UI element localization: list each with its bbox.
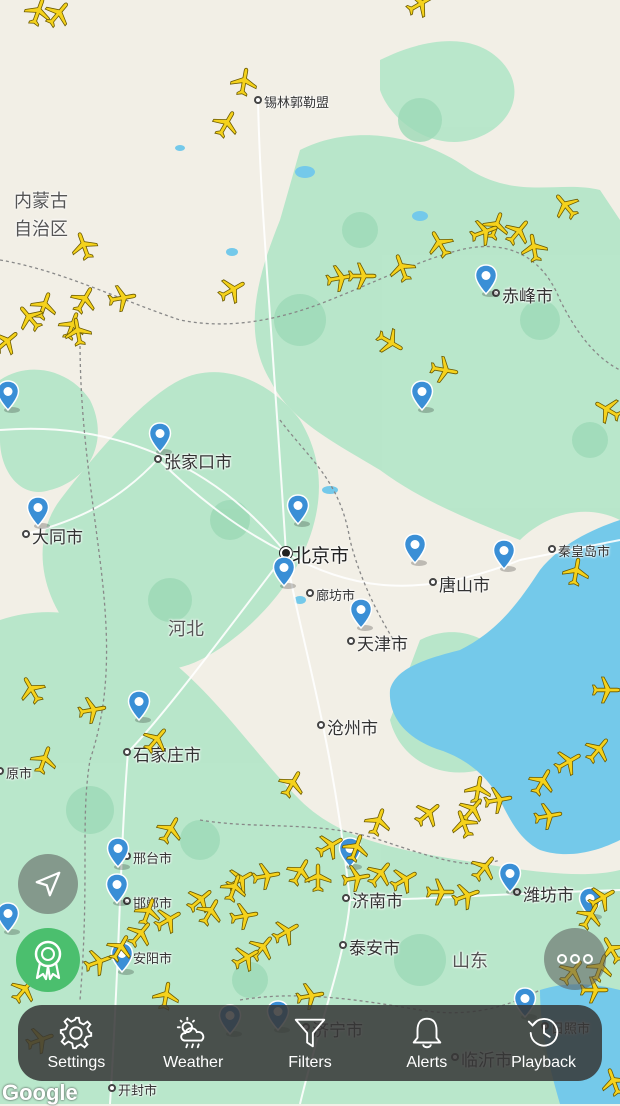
tab-alerts[interactable]: Alerts (372, 1007, 482, 1079)
tab-alerts-label: Alerts (406, 1054, 448, 1071)
city-label: 锡林郭勒盟 (264, 95, 330, 111)
city-label: 潍坊市 (523, 886, 574, 907)
weather-cloud-icon (177, 1016, 205, 1049)
tab-settings[interactable]: Settings (21, 1007, 131, 1079)
city-label: 张家口市 (164, 453, 232, 474)
airport-pin-icon[interactable] (106, 837, 130, 871)
city-dot (108, 1084, 116, 1092)
city-label: 邢台市 (133, 851, 173, 867)
city-dot (429, 578, 437, 586)
airport-pin-icon[interactable] (127, 690, 151, 724)
tab-playback-label: Playback (511, 1054, 577, 1071)
city-dot (317, 721, 325, 729)
airport-pin-icon[interactable] (492, 539, 516, 573)
city-label: 唐山市 (439, 576, 490, 597)
city-label: 沧州市 (327, 719, 378, 740)
gear-icon (60, 1016, 93, 1050)
ellipsis-icon (557, 954, 593, 964)
airport-pin-icon[interactable] (474, 264, 498, 298)
google-attribution: Google (2, 1080, 78, 1105)
airport-pin-icon[interactable] (272, 556, 296, 590)
region-label: 山东 (452, 951, 488, 972)
award-ribbon-icon (34, 940, 62, 981)
airport-pin-icon[interactable] (26, 496, 50, 530)
playback-clock-icon (527, 1018, 558, 1047)
city-label: 泰安市 (349, 939, 400, 960)
aircraft-icon[interactable] (346, 260, 378, 292)
flight-map[interactable]: 锡林郭勒盟 赤峰市 张家口市 大同市 北京市 秦皇岛市 唐山市 廊坊市 天津市 沧州市 石家庄市 邢台… (0, 0, 620, 1104)
navigation-arrow-icon (35, 871, 61, 897)
aircraft-icon[interactable] (302, 862, 334, 894)
city-dot (154, 455, 162, 463)
tab-filters-label: Filters (288, 1054, 332, 1071)
aircraft-icon[interactable] (515, 229, 552, 266)
city-label: 北京市 (292, 545, 350, 568)
aircraft-icon[interactable] (247, 857, 284, 894)
tab-weather-label: Weather (163, 1054, 224, 1071)
aircraft-icon[interactable] (557, 553, 594, 590)
airport-pin-icon[interactable] (0, 902, 20, 936)
more-options-button[interactable] (544, 928, 606, 990)
aircraft-icon[interactable] (479, 781, 516, 818)
bottom-tab-bar: Settings Weather Filters Alerts Playback (18, 1005, 602, 1081)
aircraft-icon[interactable] (529, 797, 566, 834)
city-dot (339, 941, 347, 949)
aircraft-icon[interactable] (590, 674, 620, 706)
city-dot (347, 637, 355, 645)
airport-pin-icon[interactable] (403, 533, 427, 567)
city-dot (22, 530, 30, 538)
airport-pin-icon[interactable] (148, 422, 172, 456)
city-dot (123, 748, 131, 756)
city-label: 天津市 (357, 635, 408, 656)
aircraft-icon[interactable] (425, 351, 462, 388)
tab-playback[interactable]: Playback (489, 1007, 599, 1079)
tab-weather[interactable]: Weather (138, 1007, 248, 1079)
tab-filters[interactable]: Filters (255, 1007, 365, 1079)
tab-settings-label: Settings (47, 1054, 106, 1071)
city-label: 开封市 (118, 1083, 158, 1099)
region-label: 河北 (168, 619, 204, 640)
airport-pin-icon[interactable] (0, 380, 20, 414)
city-label: 赤峰市 (502, 287, 553, 308)
airport-pin-icon[interactable] (410, 380, 434, 414)
city-dot (306, 589, 314, 597)
aircraft-icon[interactable] (103, 279, 140, 316)
region-label: 内蒙古 (14, 191, 68, 212)
airport-pin-icon[interactable] (349, 598, 373, 632)
airport-pin-icon[interactable] (286, 494, 310, 528)
bell-icon (412, 1017, 442, 1049)
award-button[interactable] (16, 928, 80, 992)
locate-me-button[interactable] (18, 854, 78, 914)
aircraft-icon[interactable] (225, 63, 262, 100)
airport-pin-icon[interactable] (105, 873, 129, 907)
aircraft-icon[interactable] (73, 691, 110, 728)
aircraft-icon[interactable] (59, 313, 96, 350)
filter-funnel-icon (294, 1018, 326, 1048)
city-dot (548, 545, 556, 553)
region-label: 自治区 (14, 219, 68, 240)
